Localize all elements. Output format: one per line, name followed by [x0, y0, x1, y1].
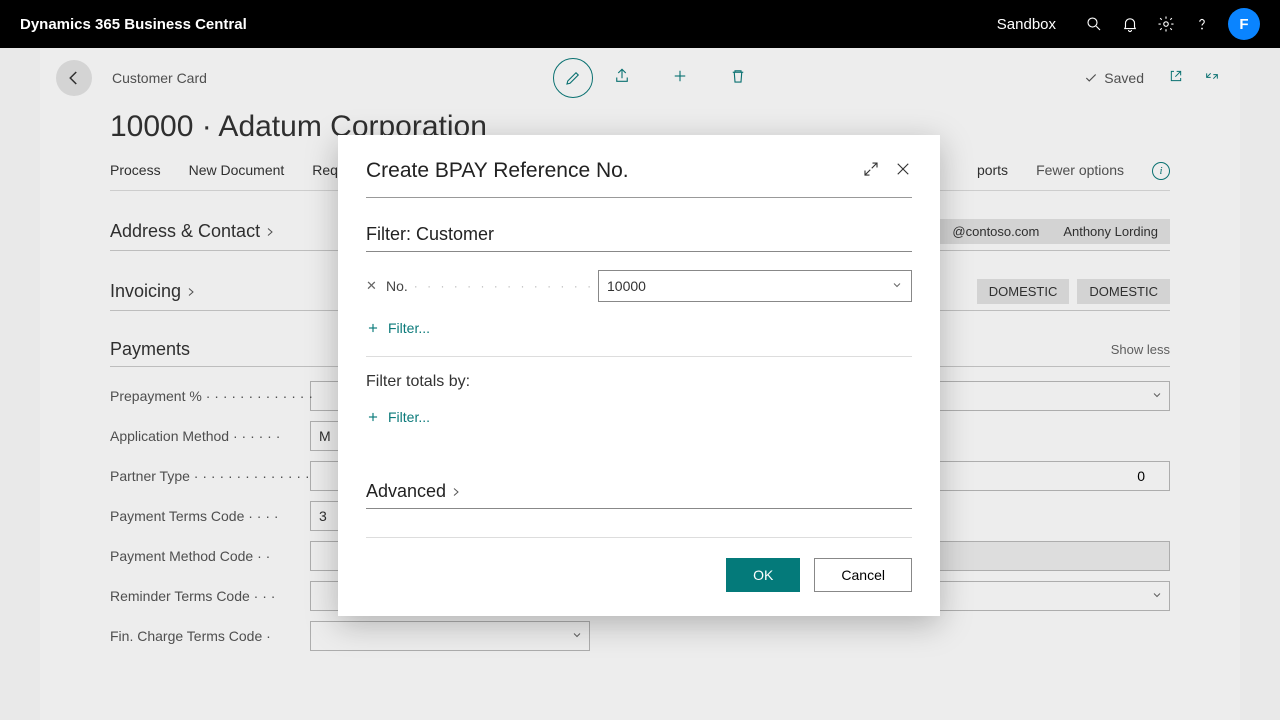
label-payment-terms: Payment Terms Code · · · ·: [110, 508, 310, 524]
environment-label: Sandbox: [997, 16, 1056, 33]
chevron-down-icon: [571, 628, 583, 644]
chevron-right-icon: [264, 226, 276, 238]
label-application-method: Application Method · · · · · ·: [110, 428, 310, 444]
search-icon[interactable]: [1076, 6, 1112, 42]
bell-icon[interactable]: [1112, 6, 1148, 42]
close-icon[interactable]: [880, 160, 912, 183]
avatar[interactable]: F: [1228, 8, 1260, 40]
tab-process[interactable]: Process: [110, 162, 161, 180]
chevron-down-icon: [1151, 588, 1163, 604]
expand-icon[interactable]: [848, 160, 880, 183]
popout-icon[interactable]: [1168, 68, 1184, 89]
edit-button[interactable]: [553, 58, 593, 98]
contact-email: @contoso.com: [940, 219, 1051, 244]
saved-indicator: Saved: [1084, 70, 1144, 86]
remove-filter-icon[interactable]: ✕: [366, 278, 380, 294]
ok-button[interactable]: OK: [726, 558, 800, 592]
filter-customer-heading: Filter: Customer: [366, 224, 912, 252]
breadcrumb: Customer Card: [112, 70, 207, 86]
cancel-button[interactable]: Cancel: [814, 558, 912, 592]
fewer-options[interactable]: Fewer options: [1036, 162, 1124, 180]
collapse-icon[interactable]: [1204, 68, 1220, 89]
label-payment-method: Payment Method Code · ·: [110, 548, 310, 564]
section-invoicing-title[interactable]: Invoicing: [110, 281, 181, 302]
chevron-right-icon: [450, 486, 462, 498]
label-prepayment: Prepayment % · · · · · · · · · · · · ·: [110, 388, 310, 404]
invoicing-badge: DOMESTIC: [1077, 279, 1170, 304]
tab-new-document[interactable]: New Document: [189, 162, 285, 180]
tab-reports[interactable]: ports: [977, 162, 1008, 180]
filter-no-input[interactable]: 10000: [598, 270, 912, 302]
dialog-title: Create BPAY Reference No.: [366, 159, 629, 183]
show-less-link[interactable]: Show less: [1111, 342, 1170, 357]
filter-totals-heading: Filter totals by:: [366, 373, 912, 391]
chevron-right-icon: [185, 286, 197, 298]
add-filter-button[interactable]: Filter...: [366, 320, 912, 336]
app-title: Dynamics 365 Business Central: [20, 16, 247, 33]
advanced-heading[interactable]: Advanced: [366, 481, 446, 502]
new-icon[interactable]: [671, 67, 689, 90]
contact-name: Anthony Lording: [1051, 219, 1170, 244]
top-bar: Dynamics 365 Business Central Sandbox F: [0, 0, 1280, 48]
info-icon[interactable]: i: [1152, 162, 1170, 180]
invoicing-badge: DOMESTIC: [977, 279, 1070, 304]
chevron-down-icon: [1151, 388, 1163, 404]
label-reminder-terms: Reminder Terms Code · · ·: [110, 588, 310, 604]
delete-icon[interactable]: [729, 67, 747, 90]
section-payments-title[interactable]: Payments: [110, 339, 190, 360]
share-icon[interactable]: [613, 67, 631, 90]
add-totals-filter-button[interactable]: Filter...: [366, 409, 912, 425]
chevron-down-icon[interactable]: [891, 278, 903, 294]
back-button[interactable]: [56, 60, 92, 96]
help-icon[interactable]: [1184, 6, 1220, 42]
gear-icon[interactable]: [1148, 6, 1184, 42]
create-bpay-dialog: Create BPAY Reference No. Filter: Custom…: [338, 135, 940, 616]
filter-no-label: No.: [386, 278, 408, 294]
input-fin-charge[interactable]: [310, 621, 590, 651]
section-address-title[interactable]: Address & Contact: [110, 221, 260, 242]
label-fin-charge: Fin. Charge Terms Code ·: [110, 628, 310, 644]
label-partner-type: Partner Type · · · · · · · · · · · · · ·: [110, 468, 310, 484]
